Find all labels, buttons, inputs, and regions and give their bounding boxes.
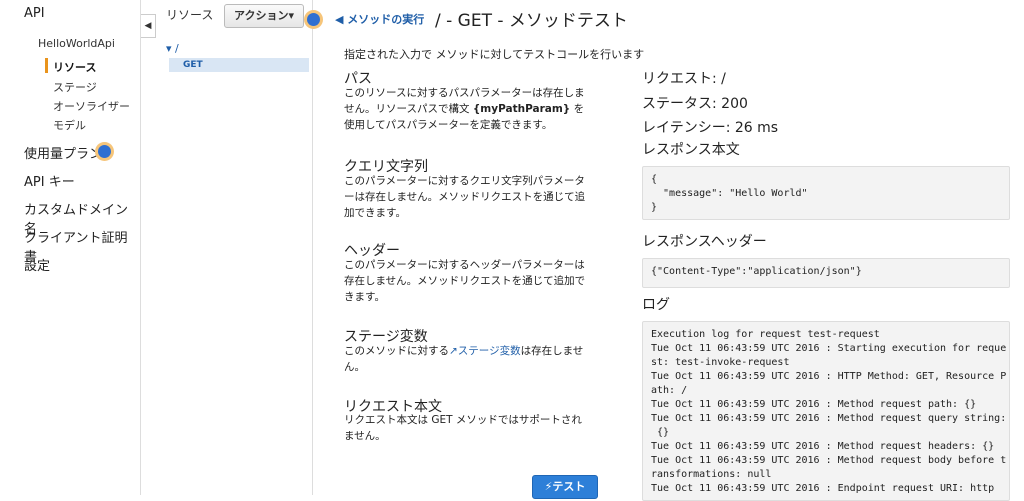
sidebar-item-api[interactable]: API	[24, 6, 45, 21]
stage-variables-link[interactable]: ↗ステージ変数	[449, 345, 521, 357]
result-request: リクエスト: /	[642, 71, 726, 87]
log-line: Tue Oct 11 06:43:59 UTC 2016 : Method re…	[651, 455, 1007, 466]
highlight-dot-icon	[307, 13, 320, 26]
log-line: Tue Oct 11 06:43:59 UTC 2016 : HTTP Meth…	[651, 371, 1007, 382]
request-body-section-body: リクエスト本文は GET メソッドではサポートされません。	[344, 414, 582, 442]
log-line: Tue Oct 11 06:43:59 UTC 2016 : Method re…	[651, 441, 995, 452]
stage-section-body: このメソッドに対する↗ステージ変数は存在しません。	[344, 343, 592, 375]
log-line: Tue Oct 11 06:43:59 UTC 2016 : Starting …	[651, 343, 1007, 354]
result-latency: レイテンシー: 26 ms	[642, 120, 779, 136]
actions-dropdown-button[interactable]: アクション▾	[224, 4, 304, 28]
path-section-body: このリソースに対するパスパラメーターは存在しません。リソースパスで構文 {myP…	[344, 85, 592, 133]
path-param-syntax: {myPathParam}	[472, 103, 571, 115]
sidebar-item-authorizers[interactable]: オーソライザー	[53, 98, 130, 114]
highlight-dot-icon	[98, 145, 111, 158]
sidebar-item-stages[interactable]: ステージ	[53, 79, 97, 95]
response-body-code[interactable]: { "message": "Hello World" }	[642, 166, 1010, 220]
page-title: / - GET - メソッドテスト	[435, 11, 628, 31]
log-title: ログ	[642, 297, 670, 313]
sidebar-item-usage-plans[interactable]: 使用量プラン	[24, 143, 102, 162]
log-line: ransformations: null	[651, 469, 772, 480]
tree-root-resource[interactable]: ▾ /	[166, 42, 179, 55]
result-status: ステータス: 200	[642, 96, 748, 112]
resource-tree: リソース アクション▾ ▾ / GET	[156, 0, 313, 495]
log-line: Tue Oct 11 06:43:59 UTC 2016 : Method re…	[651, 399, 977, 410]
log-line: st: test-invoke-request	[651, 357, 790, 368]
method-execution-link[interactable]: ◀ メソッドの実行	[335, 11, 424, 27]
sidebar-item-api-keys[interactable]: API キー	[24, 171, 75, 190]
log-line: Tue Oct 11 06:43:59 UTC 2016 : Method re…	[651, 413, 1007, 424]
response-body-title: レスポンス本文	[642, 142, 740, 158]
log-line: Tue Oct 11 06:43:59 UTC 2016 : Endpoint …	[651, 483, 995, 494]
sidebar-api-name[interactable]: HelloWorldApi	[38, 37, 115, 50]
test-button[interactable]: ⚡テスト	[532, 475, 598, 499]
log-line: Execution log for request test-request	[651, 329, 880, 340]
query-section-body: このパラメーターに対するクエリ文字列パラメーターは存在しません。メソッドリクエス…	[344, 175, 586, 219]
main-panel: ◀ メソッドの実行 / - GET - メソッドテスト 指定された入力で メソッ…	[307, 0, 1024, 501]
tree-method-get[interactable]: GET	[169, 58, 309, 72]
execution-log[interactable]: Execution log for request test-request T…	[642, 321, 1010, 501]
response-headers-title: レスポンスヘッダー	[642, 234, 767, 250]
stage-body-text: このメソッドに対する	[344, 345, 449, 357]
active-indicator	[45, 58, 48, 73]
sidebar-item-resources[interactable]: リソース	[53, 59, 96, 75]
collapse-sidebar-button[interactable]: ◀	[141, 14, 156, 38]
sidebar-item-models[interactable]: モデル	[53, 117, 86, 133]
response-headers-code[interactable]: {"Content-Type":"application/json"}	[642, 258, 1010, 288]
intro-text: 指定された入力で メソッドに対してテストコールを行います	[344, 48, 645, 61]
log-line: ath: /	[651, 385, 688, 396]
log-line: {}	[651, 427, 670, 438]
resource-tree-header: リソース	[166, 8, 214, 22]
headers-section-body: このパラメーターに対するヘッダーパラメーターは存在しません。メソッドリクエストを…	[344, 259, 586, 303]
sidebar-item-settings[interactable]: 設定	[24, 255, 50, 274]
sidebar: API HelloWorldApi リソース ステージ オーソライザー モデル …	[0, 0, 141, 495]
